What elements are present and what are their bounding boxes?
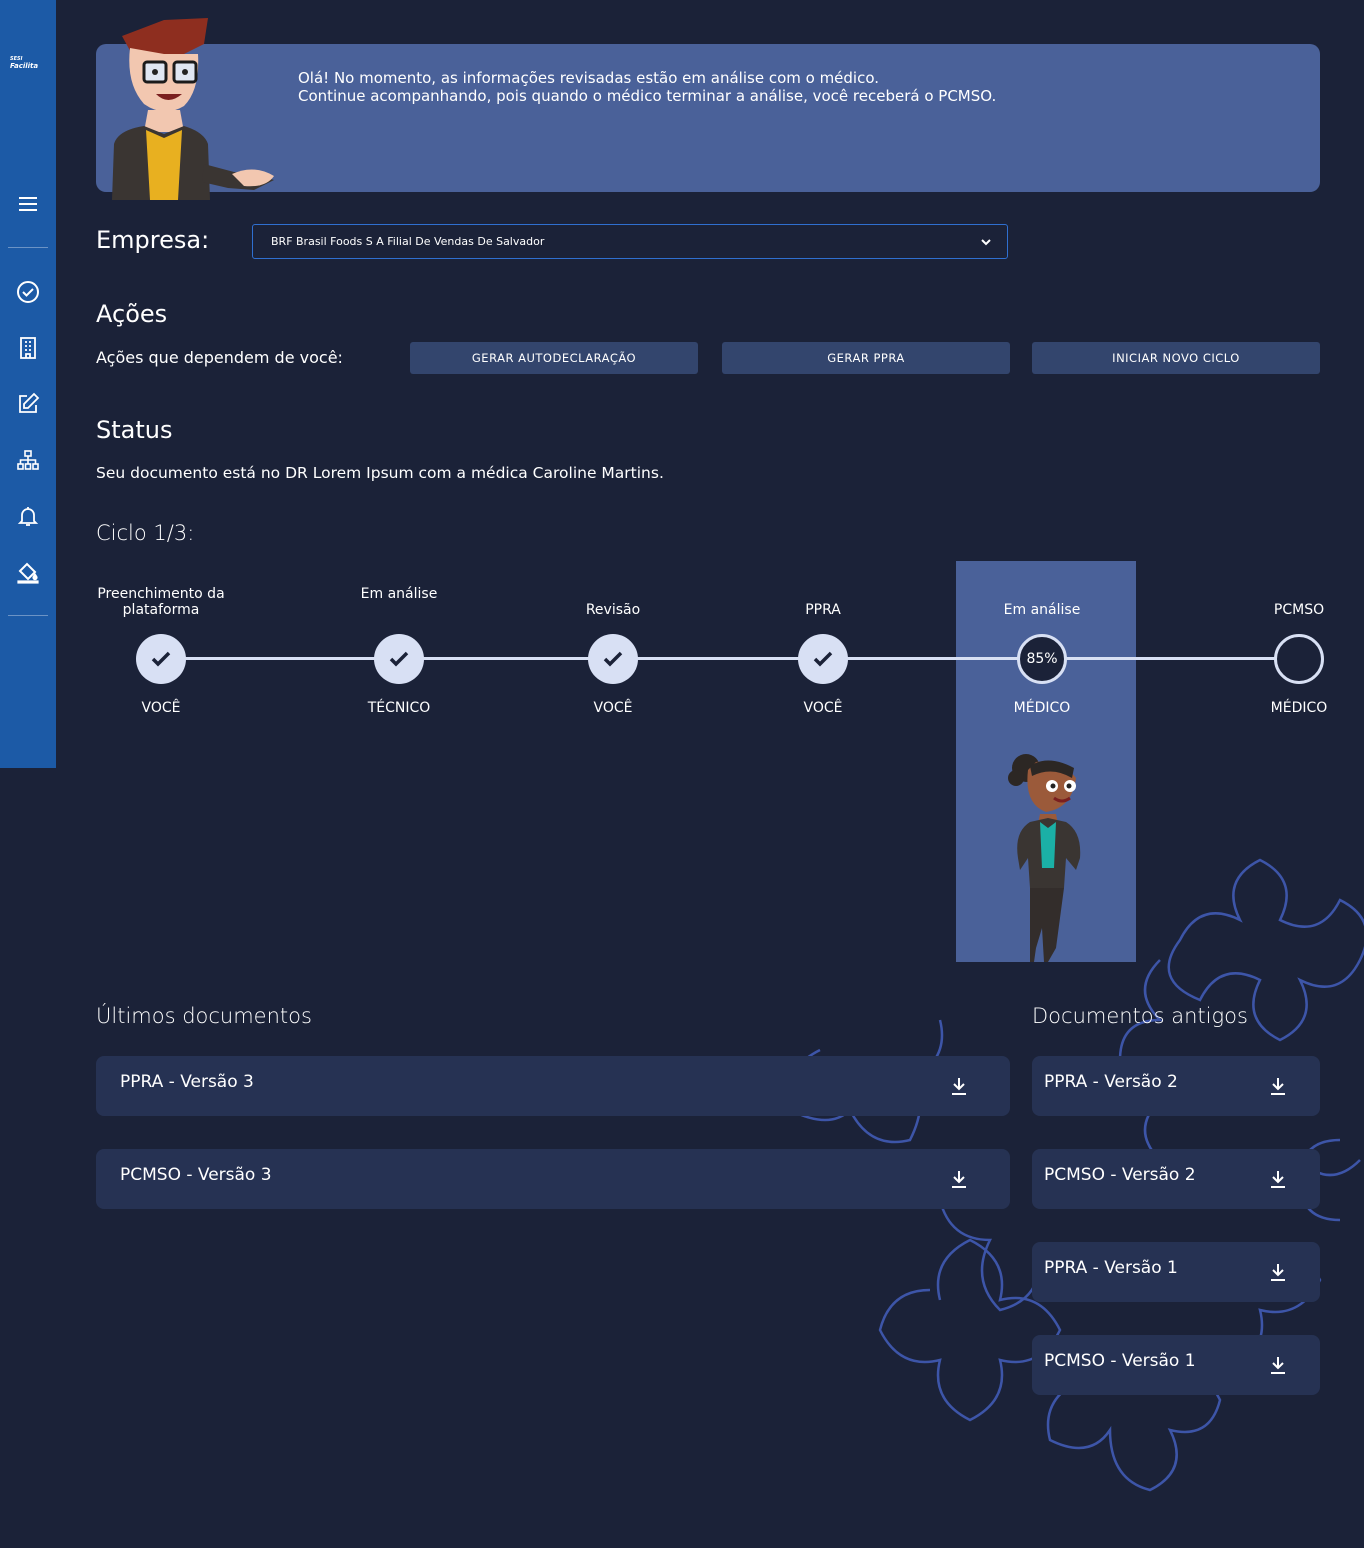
checkmark-icon [813, 651, 833, 667]
step-done-circle [798, 634, 848, 684]
guide-character-illustration [112, 18, 274, 200]
document-card-ppra-v3: PPRA - Versão 3 [96, 1056, 1010, 1116]
step-progress-circle: 85% [1017, 634, 1067, 684]
logo-text-main: Facilita [10, 62, 39, 70]
banner-message: Olá! No momento, as informações revisada… [298, 69, 1198, 105]
step-done-circle [374, 634, 424, 684]
building-icon[interactable] [16, 336, 40, 360]
status-title: Status [96, 416, 173, 444]
step-owner: TÉCNICO [367, 700, 431, 716]
acoes-subtitle: Ações que dependem de você: [96, 348, 343, 367]
step-pending-circle [1274, 634, 1324, 684]
step-owner: MÉDICO [1270, 700, 1328, 716]
org-chart-icon[interactable] [16, 448, 40, 472]
step-done-circle [588, 634, 638, 684]
sidebar: SESI Facilita [0, 0, 56, 768]
paint-bucket-icon[interactable] [16, 560, 40, 584]
banner-line-1: Olá! No momento, as informações revisada… [298, 69, 880, 87]
gerar-ppra-button[interactable]: GERAR PPRA [722, 342, 1010, 374]
document-card-pcmso-v3: PCMSO - Versão 3 [96, 1149, 1010, 1209]
step-title: Preenchimento da plataforma [97, 586, 225, 618]
info-banner [96, 44, 1320, 192]
step-done-circle [136, 634, 186, 684]
step-title: Em análise [360, 586, 438, 602]
edit-icon[interactable] [16, 392, 40, 416]
step-owner: VOCÊ [803, 700, 843, 716]
document-card-pcmso-v2: PCMSO - Versão 2 [1032, 1149, 1320, 1209]
checkmark-icon [603, 651, 623, 667]
documentos-antigos-title: Documentos antigos [1032, 1004, 1248, 1028]
chevron-down-icon [981, 239, 991, 246]
ultimos-documentos-title: Últimos documentos [96, 1004, 312, 1028]
empresa-selected-value: BRF Brasil Foods S A Filial De Vendas De… [271, 235, 545, 248]
empresa-label: Empresa: [96, 226, 210, 254]
download-icon[interactable] [1267, 1075, 1289, 1097]
download-icon[interactable] [1267, 1168, 1289, 1190]
download-icon[interactable] [948, 1168, 970, 1190]
iniciar-novo-ciclo-button[interactable]: INICIAR NOVO CICLO [1032, 342, 1320, 374]
document-card-pcmso-v1: PCMSO - Versão 1 [1032, 1335, 1320, 1395]
document-card-ppra-v2: PPRA - Versão 2 [1032, 1056, 1320, 1116]
gerar-autodeclaracao-button[interactable]: GERAR AUTODECLARAÇÃO [410, 342, 698, 374]
check-circle-icon[interactable] [16, 280, 40, 304]
document-name: PPRA - Versão 3 [120, 1072, 254, 1092]
download-icon[interactable] [948, 1075, 970, 1097]
menu-icon[interactable] [16, 192, 40, 216]
document-card-ppra-v1: PPRA - Versão 1 [1032, 1242, 1320, 1302]
banner-line-2: Continue acompanhando, pois quando o méd… [298, 87, 997, 105]
document-name: PCMSO - Versão 1 [1044, 1351, 1196, 1371]
checkmark-icon [389, 651, 409, 667]
sidebar-divider [8, 615, 48, 616]
doctor-character-illustration [1008, 754, 1081, 962]
step-title: PCMSO [1273, 602, 1325, 618]
document-name: PPRA - Versão 1 [1044, 1258, 1178, 1278]
step-owner: MÉDICO [1013, 700, 1071, 716]
step-title: PPRA [805, 602, 841, 618]
step-title: Em análise [1003, 602, 1081, 618]
empresa-select[interactable]: BRF Brasil Foods S A Filial De Vendas De… [252, 224, 1008, 259]
document-name: PCMSO - Versão 3 [120, 1165, 272, 1185]
sidebar-divider [8, 247, 48, 248]
step-title: Revisão [585, 602, 641, 618]
checkmark-icon [151, 651, 171, 667]
step-owner: VOCÊ [593, 700, 633, 716]
document-name: PCMSO - Versão 2 [1044, 1165, 1196, 1185]
ciclo-label: Ciclo 1/3: [96, 521, 195, 545]
acoes-title: Ações [96, 300, 168, 328]
sesi-facilita-logo[interactable]: SESI Facilita [10, 56, 50, 70]
bell-icon[interactable] [16, 504, 40, 528]
step-owner: VOCÊ [141, 700, 181, 716]
status-description: Seu documento está no DR Lorem Ipsum com… [96, 464, 664, 482]
stepper-line [160, 657, 1298, 660]
download-icon[interactable] [1267, 1354, 1289, 1376]
document-name: PPRA - Versão 2 [1044, 1072, 1178, 1092]
download-icon[interactable] [1267, 1261, 1289, 1283]
